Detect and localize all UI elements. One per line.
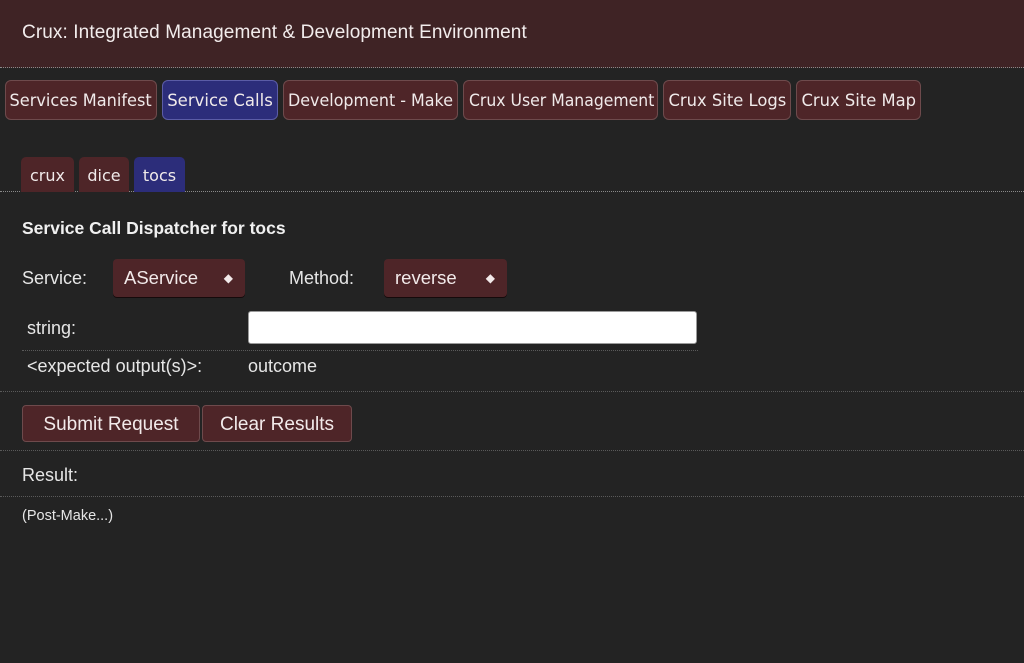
sub-tab-dice[interactable]: dice [79, 157, 129, 192]
title-bar: Crux: Integrated Management & Developmen… [0, 0, 1024, 68]
expected-output-value: outcome [248, 356, 318, 376]
section-divider [0, 496, 1024, 497]
tab-service-calls[interactable]: Service Calls [162, 80, 278, 120]
tab-crux-user-management[interactable]: Crux User Management [463, 80, 658, 120]
app-title: Crux: Integrated Management & Developmen… [22, 22, 527, 43]
sub-tab-tocs[interactable]: tocs [134, 157, 185, 192]
service-tab-bar: crux dice tocs [0, 154, 1024, 192]
clear-results-button[interactable]: Clear Results [202, 405, 352, 442]
expected-output-label: <expected output(s)>: [27, 356, 203, 376]
section-divider [0, 391, 1024, 392]
select-arrow-icon: ◆ [485, 271, 495, 285]
result-label: Result: [22, 465, 79, 485]
param-string-input[interactable] [248, 311, 697, 344]
service-select[interactable]: AService ◆ [113, 259, 245, 297]
section-divider [0, 450, 1024, 451]
tab-services-manifest[interactable]: Services Manifest [5, 80, 157, 120]
method-select-value: reverse [395, 267, 457, 288]
method-label: Method: [289, 268, 355, 288]
tab-development-make[interactable]: Development - Make [283, 80, 458, 120]
select-arrow-icon: ◆ [223, 271, 233, 285]
service-label: Service: [22, 268, 88, 288]
service-select-value: AService [124, 267, 199, 288]
row-divider [22, 350, 698, 351]
tab-crux-site-logs[interactable]: Crux Site Logs [663, 80, 791, 120]
result-output: (Post-Make...) [22, 508, 114, 524]
method-select[interactable]: reverse ◆ [384, 259, 507, 297]
submit-request-button[interactable]: Submit Request [22, 405, 200, 442]
tab-crux-site-map[interactable]: Crux Site Map [796, 80, 921, 120]
dispatcher-heading: Service Call Dispatcher for tocs [22, 218, 286, 238]
sub-tab-crux[interactable]: crux [21, 157, 74, 192]
param-string-label: string: [27, 318, 77, 338]
